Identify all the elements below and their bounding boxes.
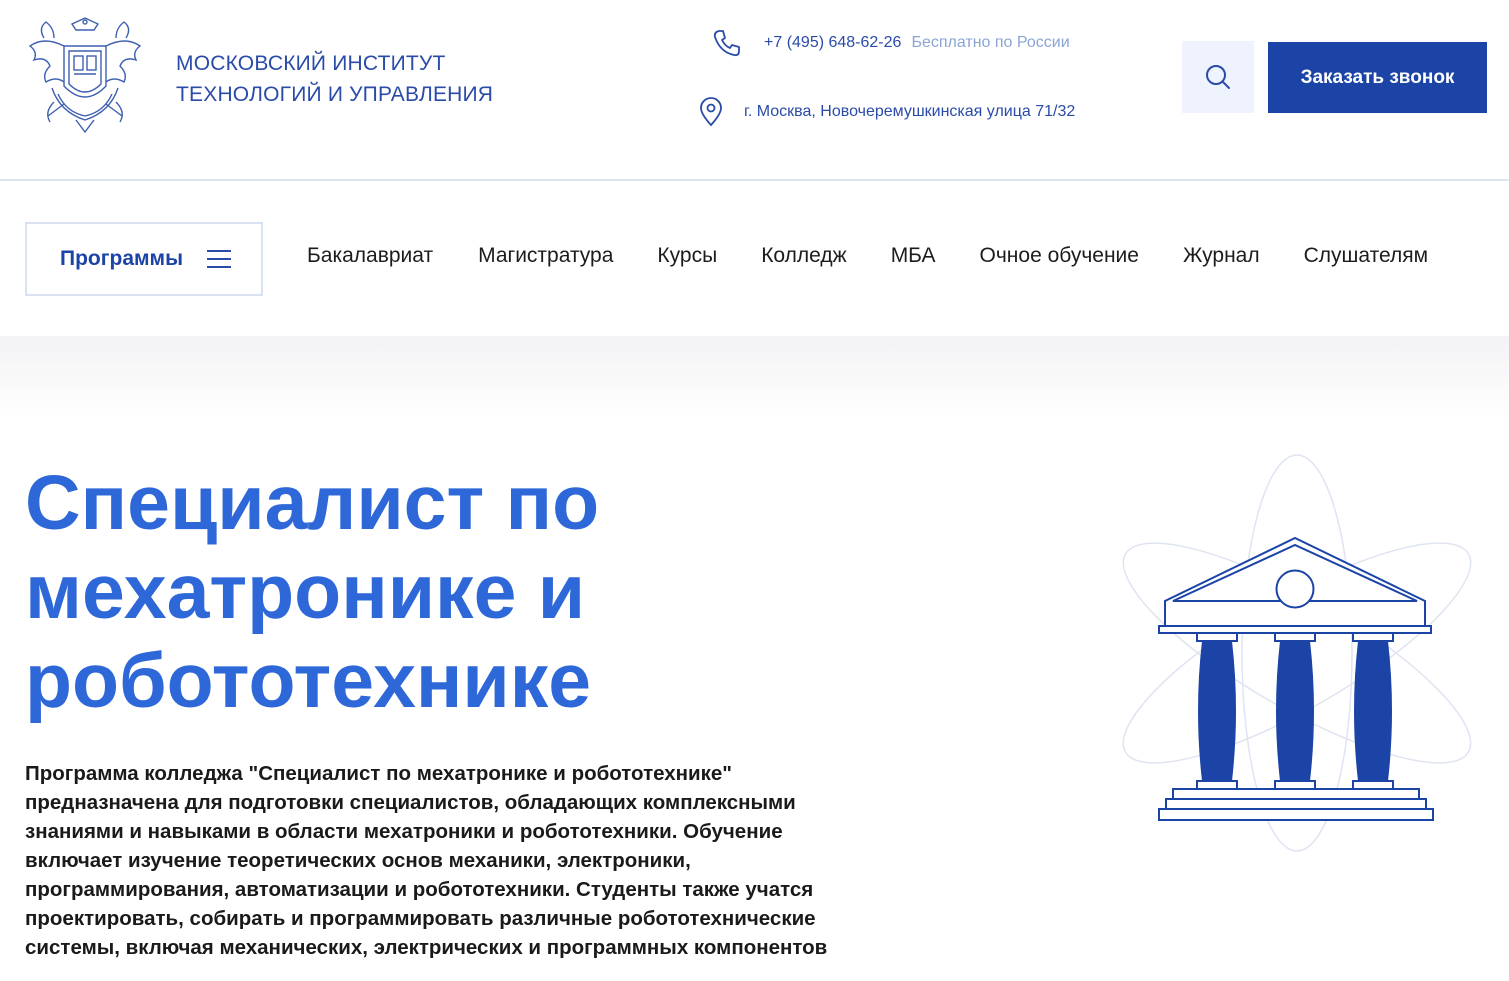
page-title: Специалист по мехатронике и робототехник… xyxy=(25,459,785,726)
title-line-1: Специалист по xyxy=(25,460,600,546)
nav-link-fulltime[interactable]: Очное обучение xyxy=(980,244,1139,268)
search-button[interactable] xyxy=(1182,41,1254,113)
description-line: знаниями и навыками в области мехатроник… xyxy=(25,820,783,843)
brand-line-2: ТЕХНОЛОГИЙ И УПРАВЛЕНИЯ xyxy=(176,83,494,106)
programs-label: Программы xyxy=(60,247,184,270)
hamburger-menu-icon xyxy=(207,250,232,268)
nav-links: Бакалавриат Магистратура Курсы Колледж М… xyxy=(307,244,1428,268)
nav-link-mba[interactable]: МБА xyxy=(891,244,936,268)
description-line: Программа колледжа "Специалист по мехатр… xyxy=(25,762,732,785)
nav-link-courses[interactable]: Курсы xyxy=(657,244,717,268)
address-text: г. Москва, Новочеремушкинская улица 71/3… xyxy=(744,103,1076,120)
brand-line-1: МОСКОВСКИЙ ИНСТИТУТ xyxy=(176,52,446,75)
phone-icon xyxy=(713,30,740,57)
description-line: проектировать, собирать и программироват… xyxy=(25,907,816,930)
description-line: предназначена для подготовки специалисто… xyxy=(25,791,796,814)
title-line-3: робототехнике xyxy=(25,638,592,724)
institute-crest-icon[interactable] xyxy=(24,16,146,134)
description-line: включает изучение теоретических основ ме… xyxy=(25,849,691,872)
title-line-2: мехатронике и xyxy=(25,549,586,635)
university-building-icon xyxy=(1122,454,1472,852)
institute-name[interactable]: МОСКОВСКИЙ ИНСТИТУТ ТЕХНОЛОГИЙ И УПРАВЛЕ… xyxy=(176,48,493,110)
search-icon xyxy=(1206,65,1230,89)
site-header: МОСКОВСКИЙ ИНСТИТУТ ТЕХНОЛОГИЙ И УПРАВЛЕ… xyxy=(0,0,1509,181)
phone-number[interactable]: +7 (495) 648-62-26 xyxy=(764,34,901,52)
nav-link-master[interactable]: Магистратура xyxy=(478,244,613,268)
description-line: системы, включая механических, электриче… xyxy=(25,936,828,959)
description-line: программирования, автоматизации и робото… xyxy=(25,878,814,901)
nav-link-bachelor[interactable]: Бакалавриат xyxy=(307,244,433,268)
hero-section: Специалист по мехатронике и робототехник… xyxy=(0,336,1509,981)
phone-contact: +7 (495) 648-62-26 Бесплатно по России xyxy=(712,28,1070,58)
programs-menu-button[interactable]: Программы xyxy=(25,222,263,296)
nav-link-journal[interactable]: Журнал xyxy=(1183,244,1260,268)
location-pin-icon xyxy=(700,97,722,127)
order-call-button[interactable]: Заказать звонок xyxy=(1268,42,1487,113)
main-nav: Программы Бакалавриат Магистратура Курсы… xyxy=(0,181,1509,336)
phone-note: Бесплатно по России xyxy=(911,34,1070,51)
address-contact: г. Москва, Новочеремушкинская улица 71/3… xyxy=(698,97,1075,127)
nav-link-college[interactable]: Колледж xyxy=(761,244,846,268)
nav-link-students[interactable]: Слушателям xyxy=(1304,244,1428,268)
program-description: Программа колледжа "Специалист по мехатр… xyxy=(25,759,905,962)
